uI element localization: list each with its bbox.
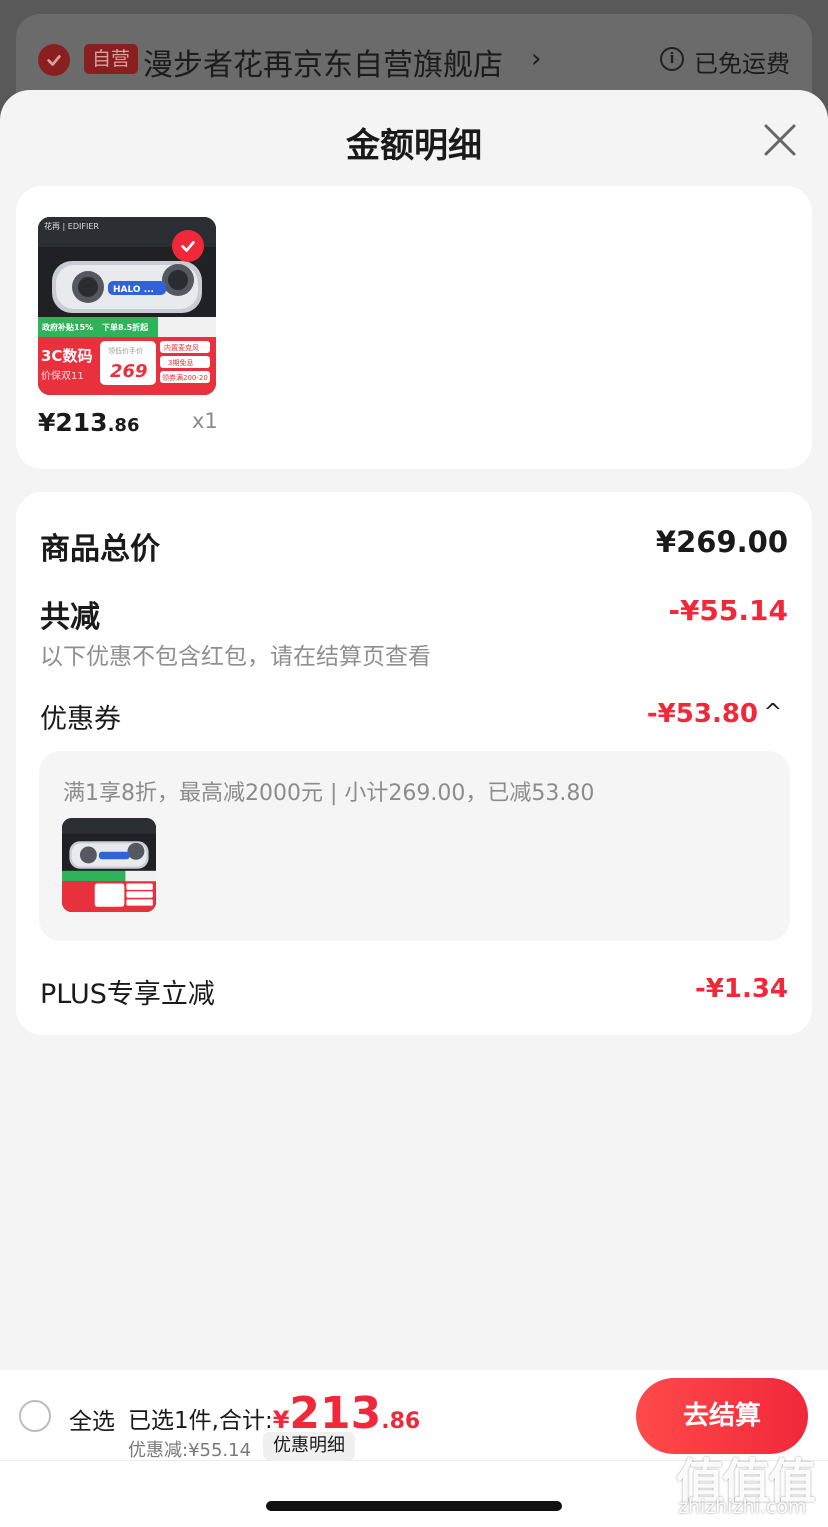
chevron-right-icon: › [531, 44, 542, 74]
free-shipping-label: 已免运费 [694, 50, 790, 78]
summary-yen: ¥ [272, 1406, 290, 1434]
product-card: 花再 | EDIFIER HALO ... 政府补贴15% 下单8.5折起 3C… [16, 186, 812, 469]
self-operated-badge: 自营 [84, 44, 139, 74]
summary-total-dec: .86 [381, 1409, 421, 1434]
speaker-product-illustration-small [62, 818, 156, 912]
coupon-value: -¥53.80 [646, 699, 758, 729]
coupon-description: 满1享8折，最高减2000元 | 小计269.00，已减53.80 [63, 781, 595, 806]
item-quantity: x1 [192, 409, 218, 433]
subsidy-text: 政府补贴15% [42, 322, 93, 332]
summary-lead: 已选1件,合计: [128, 1408, 273, 1434]
watermark-url: zhizhizhi.com [678, 1496, 807, 1518]
chevron-up-icon[interactable]: ^ [764, 700, 782, 725]
discount-text: 下单8.5折起 [102, 322, 149, 332]
plus-discount-label: PLUS专享立减 [40, 979, 215, 1010]
discount-summary: 优惠减:¥55.14 [128, 1440, 252, 1461]
reduce-note: 以下优惠不包含红包，请在结算页查看 [40, 644, 431, 670]
select-all-radio[interactable] [19, 1400, 51, 1432]
coupon-label: 优惠券 [40, 704, 121, 735]
close-button[interactable] [760, 120, 800, 160]
item-price: ¥213.86 [38, 408, 139, 437]
image-price-text: 269 [110, 361, 148, 382]
coupon-product-thumbnail [62, 818, 156, 912]
brand-text: 花再 | EDIFIER [44, 221, 99, 231]
checkout-bar: 全选 已选1件,合计:¥213.86 优惠减:¥55.14 优惠明细 去结算 值… [0, 1370, 828, 1527]
category-text: 3C数码 [41, 347, 92, 365]
store-check-icon [38, 44, 70, 76]
home-indicator[interactable] [266, 1501, 562, 1511]
store-name: 漫步者花再京东自营旗舰店 [143, 48, 503, 83]
price-breakdown-card: 商品总价 ¥269.00 共减 -¥55.14 以下优惠不包含红包，请在结算页查… [16, 492, 812, 1035]
item-price-int: ¥213 [38, 408, 108, 437]
amount-detail-sheet: 金额明细 花再 | EDIFIER HALO ... 政府补贴15% 下单8.5… [0, 90, 828, 1527]
tag-mic-text: 内置麦克风 [164, 343, 199, 352]
discount-detail-button[interactable]: 优惠明细 [263, 1432, 355, 1460]
watermark: 值值值 zhizhizhi.com [676, 1442, 826, 1524]
tag-installment-text: 3期免息 [168, 358, 193, 367]
select-all-label[interactable]: 全选 [69, 1402, 115, 1436]
promo-text: 价保双11 [41, 369, 84, 382]
info-icon: i [660, 47, 684, 71]
total-reduce-label: 共减 [40, 600, 100, 635]
price-label-text: 领低价手价 [108, 346, 143, 355]
total-price-label: 商品总价 [40, 532, 160, 567]
speaker-display-text: HALO ... [113, 285, 154, 295]
total-reduce-value: -¥55.14 [668, 594, 788, 627]
item-price-dec: .86 [107, 415, 140, 436]
sheet-title: 金额明细 [346, 126, 482, 166]
total-price-value: ¥269.00 [655, 525, 788, 559]
selected-check-icon[interactable] [172, 230, 204, 262]
tag-coupon-text: 领券满200-20 [162, 373, 208, 382]
plus-discount-value: -¥1.34 [694, 974, 788, 1004]
close-icon [764, 124, 796, 156]
